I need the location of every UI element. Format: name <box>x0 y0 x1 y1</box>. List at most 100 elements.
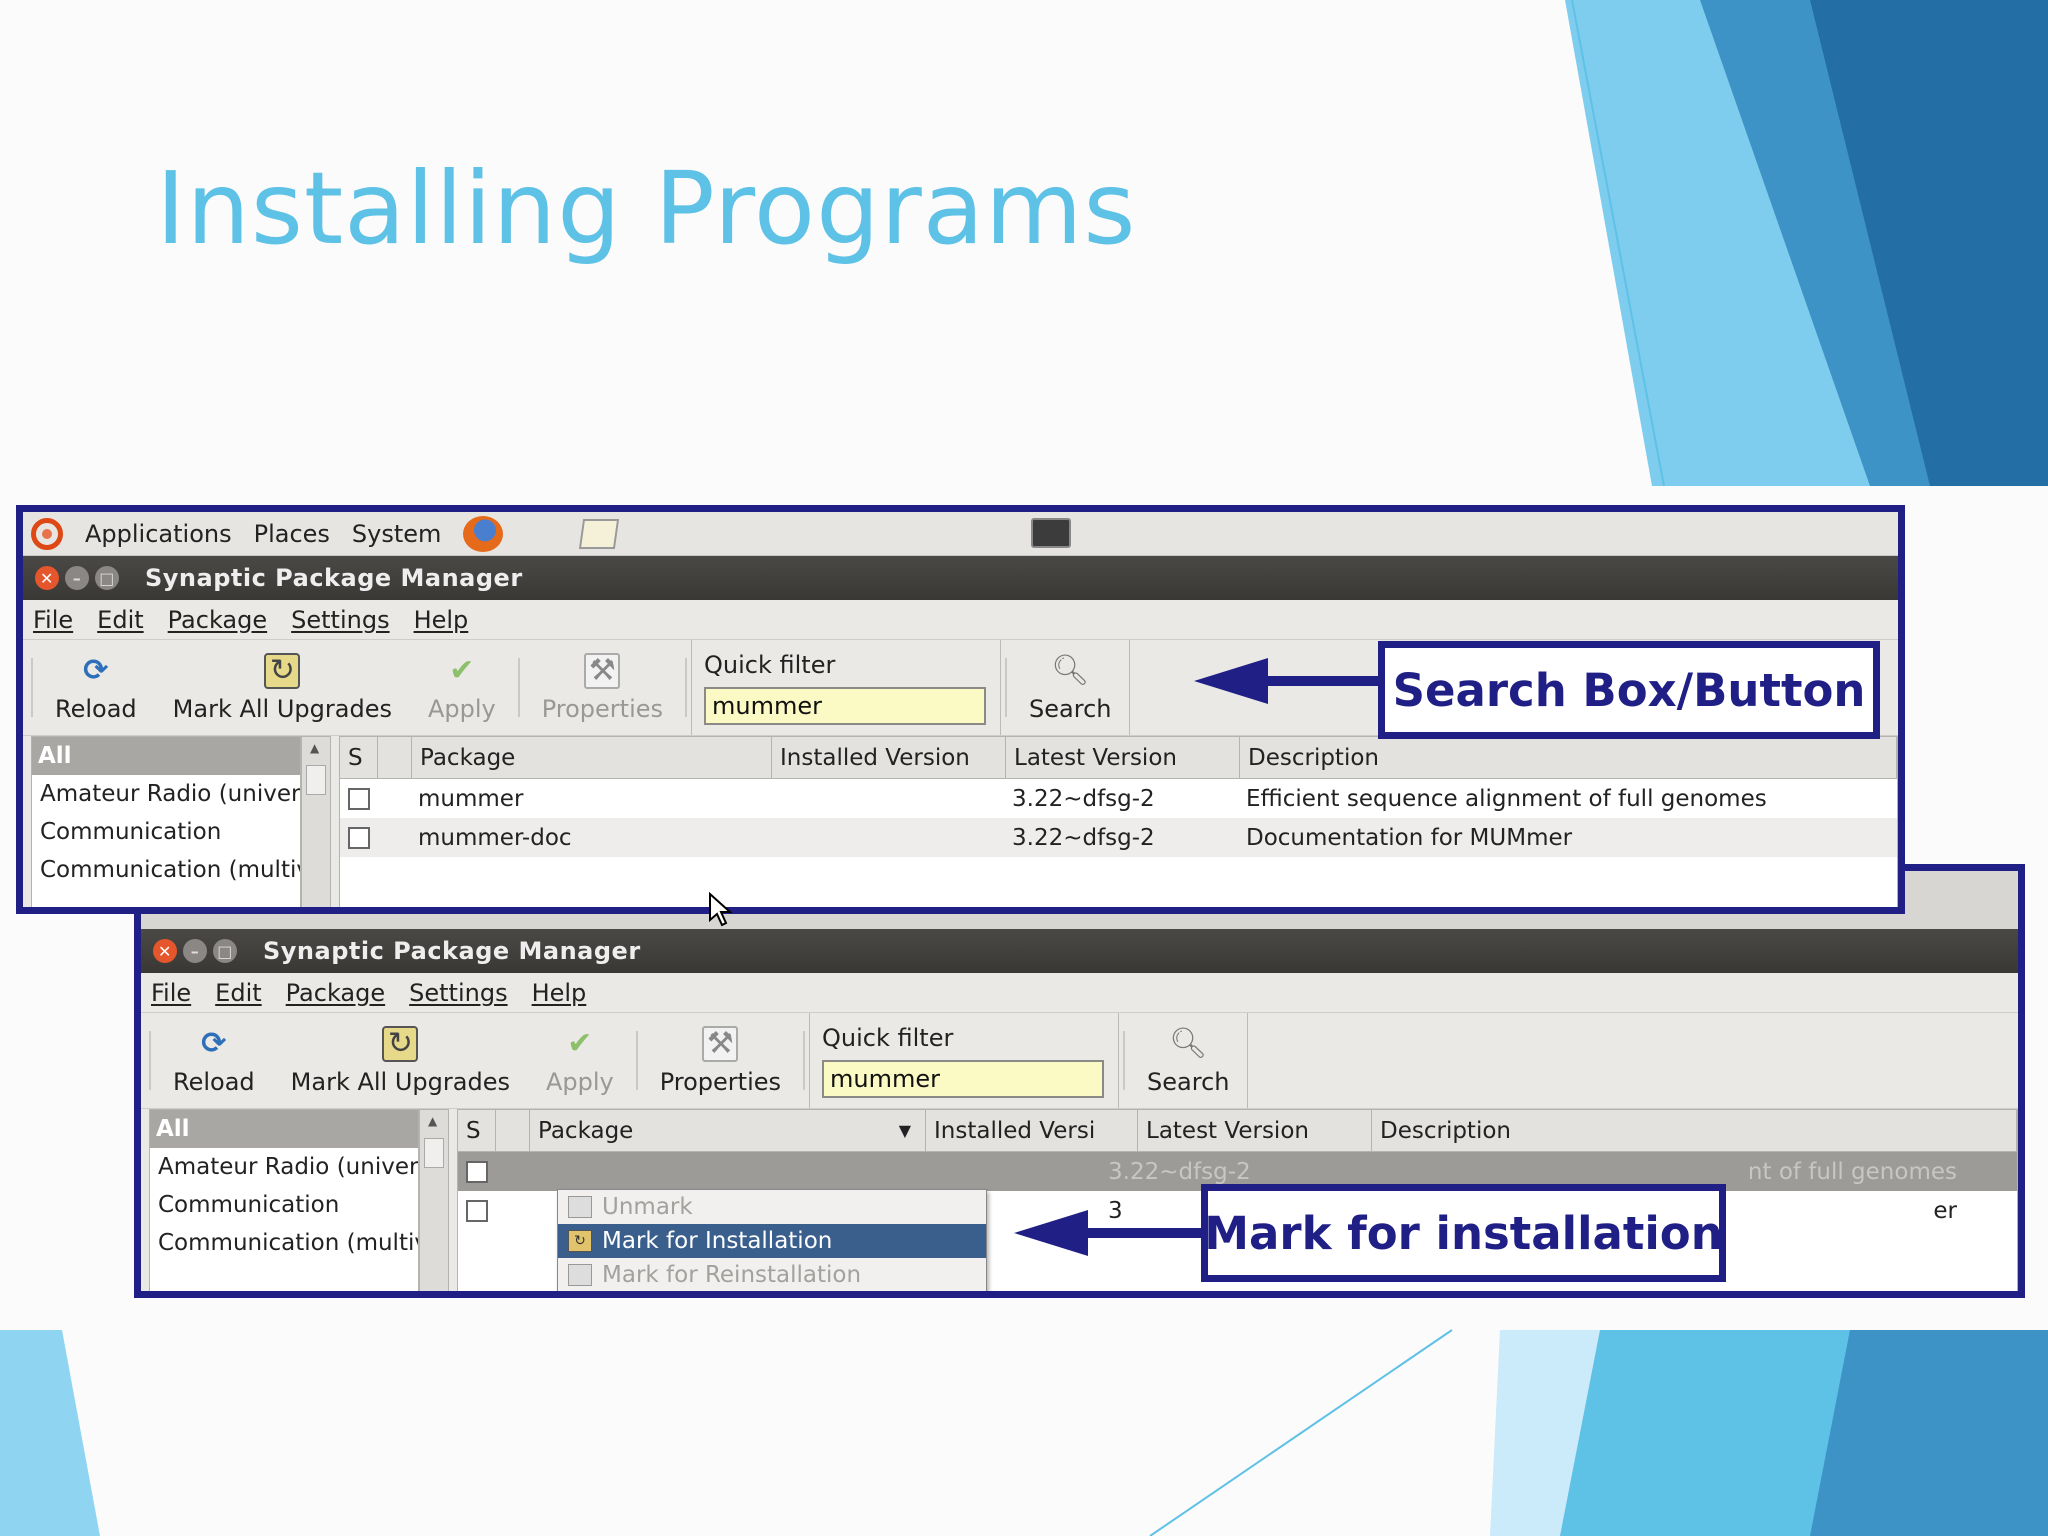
package-checkbox[interactable] <box>466 1199 488 1222</box>
menu-file[interactable]: File <box>33 606 73 634</box>
section-item[interactable]: All <box>150 1110 418 1148</box>
toolbar-separator <box>149 1031 151 1090</box>
maximize-icon[interactable]: □ <box>213 939 237 963</box>
reload-button[interactable]: ⟳ Reload <box>155 1013 273 1108</box>
mark-all-upgrades-label: Mark All Upgrades <box>172 694 392 723</box>
toolbar-separator <box>31 658 33 717</box>
column-icon[interactable] <box>496 1110 530 1151</box>
toolbar-separator <box>1123 1031 1126 1090</box>
section-item[interactable]: Amateur Radio (universe) <box>150 1148 418 1186</box>
column-latest-version[interactable]: Latest Version <box>1138 1110 1372 1151</box>
mouse-cursor-icon <box>709 892 733 927</box>
window-title: Synaptic Package Manager <box>263 937 641 965</box>
menu-edit[interactable]: Edit <box>215 979 261 1007</box>
column-package[interactable]: Package ▼ <box>530 1110 926 1151</box>
menubar: File Edit Package Settings Help <box>141 973 2018 1013</box>
places-menu[interactable]: Places <box>254 520 330 548</box>
section-scrollbar[interactable]: ▲ <box>419 1109 449 1291</box>
menu-package[interactable]: Package <box>168 606 267 634</box>
reload-icon: ⟳ <box>83 652 109 688</box>
column-installed-version[interactable]: Installed Version <box>772 737 1006 778</box>
menu-item-mark-for-reinstallation[interactable]: Mark for Reinstallation <box>558 1258 986 1291</box>
menu-item-unmark[interactable]: Unmark <box>558 1190 986 1224</box>
section-item[interactable]: Communication (multivers <box>150 1224 418 1262</box>
apply-button[interactable]: ✔ Apply <box>528 1013 632 1108</box>
column-installed-version[interactable]: Installed Versi <box>926 1110 1138 1151</box>
package-table: S Package Installed Version Latest Versi… <box>339 736 1898 907</box>
package-checkbox[interactable] <box>466 1160 488 1183</box>
ubuntu-logo-icon[interactable] <box>31 517 63 550</box>
properties-icon: ⚒ <box>702 1025 739 1062</box>
minimize-icon[interactable]: – <box>65 566 89 590</box>
scrollbar-thumb[interactable] <box>424 1138 444 1168</box>
menu-settings[interactable]: Settings <box>291 606 389 634</box>
section-scrollbar[interactable]: ▲ <box>301 736 331 907</box>
package-description: nt of full genomes <box>1747 1158 1957 1185</box>
menu-help[interactable]: Help <box>414 606 469 634</box>
properties-button[interactable]: ⚒ Properties <box>642 1013 799 1108</box>
scroll-up-icon[interactable]: ▲ <box>428 1114 437 1128</box>
quick-filter-input[interactable] <box>704 686 987 725</box>
column-package-label: Package <box>538 1118 634 1144</box>
reload-button[interactable]: ⟳ Reload <box>37 640 155 735</box>
arrow-left-icon <box>1194 658 1384 704</box>
upgrade-icon: ↻ <box>264 652 301 689</box>
menu-help[interactable]: Help <box>532 979 587 1007</box>
applications-menu[interactable]: Applications <box>85 520 232 548</box>
table-row[interactable]: mummer-doc 3.22~dfsg-2 Documentation for… <box>340 818 1897 857</box>
close-icon[interactable]: ✕ <box>35 566 59 590</box>
quick-filter-input[interactable] <box>822 1059 1105 1098</box>
search-button[interactable]: 🔍︎ Search <box>1011 640 1131 735</box>
column-status[interactable]: S <box>340 737 378 778</box>
column-package[interactable]: Package <box>412 737 772 778</box>
firefox-icon[interactable] <box>463 515 504 552</box>
section-item[interactable]: Amateur Radio (universe) <box>32 775 300 813</box>
latest-version: 3.22~dfsg-2 <box>1012 785 1155 812</box>
main-content: All Amateur Radio (universe) Communicati… <box>141 1109 2018 1291</box>
column-description[interactable]: Description <box>1372 1110 2017 1151</box>
system-menu[interactable]: System <box>352 520 442 548</box>
menu-settings[interactable]: Settings <box>409 979 507 1007</box>
column-icon[interactable] <box>378 737 412 778</box>
mark-all-upgrades-label: Mark All Upgrades <box>290 1067 510 1096</box>
table-row[interactable]: mummer 3.22~dfsg-2 Efficient sequence al… <box>340 779 1897 818</box>
section-item[interactable]: Communication <box>150 1186 418 1224</box>
mark-all-upgrades-button[interactable]: ↻ Mark All Upgrades <box>273 1013 528 1108</box>
menu-item-label: Mark for Reinstallation <box>602 1262 862 1288</box>
scroll-up-icon[interactable]: ▲ <box>310 741 319 755</box>
package-checkbox[interactable] <box>348 826 370 849</box>
menu-file[interactable]: File <box>151 979 191 1007</box>
terminal-icon[interactable] <box>1031 518 1071 548</box>
menu-item-mark-for-installation[interactable]: ↻ Mark for Installation <box>558 1224 986 1258</box>
properties-label: Properties <box>541 694 664 723</box>
menu-package[interactable]: Package <box>286 979 385 1007</box>
section-item[interactable]: Communication <box>32 813 300 851</box>
sort-down-icon: ▼ <box>898 1121 911 1140</box>
mark-all-upgrades-button[interactable]: ↻ Mark All Upgrades <box>155 640 410 735</box>
properties-button[interactable]: ⚒ Properties <box>524 640 681 735</box>
menubar: File Edit Package Settings Help <box>23 600 1898 640</box>
section-item[interactable]: All <box>32 737 300 775</box>
maximize-icon[interactable]: □ <box>95 566 119 590</box>
package-checkbox[interactable] <box>348 787 370 810</box>
minimize-icon[interactable]: – <box>183 939 207 963</box>
properties-label: Properties <box>659 1067 782 1096</box>
close-icon[interactable]: ✕ <box>153 939 177 963</box>
properties-icon: ⚒ <box>584 652 621 689</box>
section-item[interactable]: Communication (multivers <box>32 851 300 889</box>
callout-mark: Mark for installation <box>1201 1184 1726 1282</box>
reload-label: Reload <box>173 1067 255 1096</box>
window-titlebar: ✕ – □ Synaptic Package Manager <box>141 929 2018 973</box>
apply-button[interactable]: ✔ Apply <box>410 640 514 735</box>
scrollbar-thumb[interactable] <box>306 765 326 795</box>
table-header: S Package ▼ Installed Versi Latest Versi… <box>458 1110 2017 1152</box>
menu-edit[interactable]: Edit <box>97 606 143 634</box>
column-status[interactable]: S <box>458 1110 496 1151</box>
search-button[interactable]: 🔍︎ Search <box>1129 1013 1249 1108</box>
column-latest-version[interactable]: Latest Version <box>1006 737 1240 778</box>
column-description[interactable]: Description <box>1240 737 1897 778</box>
section-list[interactable]: All Amateur Radio (universe) Communicati… <box>149 1109 419 1291</box>
section-list[interactable]: All Amateur Radio (universe) Communicati… <box>31 736 301 907</box>
text-editor-icon[interactable] <box>579 518 620 549</box>
gnome-top-panel: Applications Places System <box>23 512 1898 556</box>
